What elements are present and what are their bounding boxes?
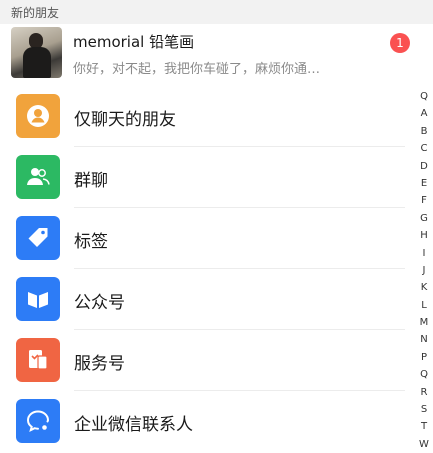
index-letter[interactable]: E [421, 175, 427, 192]
index-letter[interactable]: P [421, 349, 427, 366]
group-chat-icon [16, 155, 60, 199]
index-letter[interactable]: M [420, 314, 429, 331]
menu-item-label: 公众号 [74, 293, 125, 313]
index-letter[interactable]: A [421, 105, 428, 122]
work-contacts-icon [16, 399, 60, 443]
new-friends-title: 新的朋友 [11, 6, 60, 20]
index-letter[interactable]: G [420, 210, 428, 227]
index-letter[interactable]: I [423, 245, 426, 262]
menu-item-official-accounts[interactable]: 公众号 [0, 269, 433, 330]
index-letter[interactable]: R [421, 384, 428, 401]
menu-item-label: 服务号 [74, 354, 125, 374]
index-letter[interactable]: F [421, 192, 427, 209]
menu-item-label: 仅聊天的朋友 [74, 110, 176, 130]
person-icon [16, 94, 60, 138]
tag-icon [16, 216, 60, 260]
unread-badge: 1 [390, 33, 410, 53]
index-search-icon[interactable]: Q [420, 88, 428, 105]
menu-item-label: 标签 [74, 232, 108, 252]
index-letter[interactable]: S [421, 401, 427, 418]
friend-request-item[interactable]: memorial 铅笔画 你好，对不起，我把你车碰了，麻烦你通… 1 [0, 24, 433, 84]
contact-menu-list: 仅聊天的朋友 群聊 标签 公众号 服务号 企业微信联系人 [0, 86, 433, 452]
menu-item-group-chats[interactable]: 群聊 [0, 147, 433, 208]
index-letter[interactable]: B [421, 123, 428, 140]
index-letter[interactable]: L [421, 297, 427, 314]
index-letter[interactable]: D [420, 158, 428, 175]
menu-item-chat-only-friends[interactable]: 仅聊天的朋友 [0, 86, 433, 147]
service-account-icon [16, 338, 60, 382]
index-letter[interactable]: J [423, 262, 426, 279]
index-letter[interactable]: T [421, 418, 427, 435]
menu-item-label: 群聊 [74, 171, 108, 191]
avatar [11, 27, 62, 78]
index-letter[interactable]: C [421, 140, 428, 157]
index-letter[interactable]: K [421, 279, 428, 296]
menu-item-tags[interactable]: 标签 [0, 208, 433, 269]
menu-item-service-accounts[interactable]: 服务号 [0, 330, 433, 391]
index-letter[interactable]: H [420, 227, 428, 244]
friend-request-name: memorial 铅笔画 [73, 33, 195, 51]
friend-request-message: 你好，对不起，我把你车碰了，麻烦你通… [73, 62, 321, 77]
index-letter[interactable]: N [420, 331, 427, 348]
official-account-icon [16, 277, 60, 321]
alphabet-index-bar[interactable]: Q A B C D E F G H I J K L M N P Q R S T … [414, 88, 433, 453]
menu-item-work-contacts[interactable]: 企业微信联系人 [0, 391, 433, 452]
new-friends-header: 新的朋友 [0, 0, 433, 24]
index-letter[interactable]: W [419, 436, 429, 453]
menu-item-label: 企业微信联系人 [74, 415, 193, 435]
index-letter[interactable]: Q [420, 366, 428, 383]
